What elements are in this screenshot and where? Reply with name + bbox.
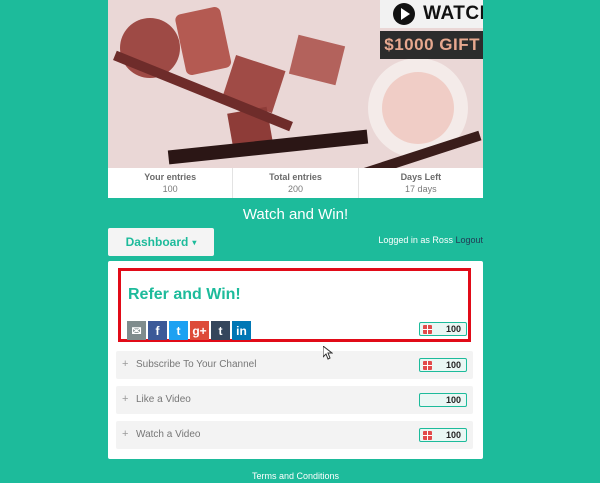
task-name: Watch a Video bbox=[136, 429, 201, 440]
banner-watch-win: WATCH & WIN! bbox=[380, 0, 483, 28]
email-icon[interactable]: ✉ bbox=[127, 321, 146, 340]
page-title: Watch and Win! bbox=[242, 206, 349, 223]
refer-title: Refer and Win! bbox=[128, 286, 241, 303]
caret-down-icon: ▾ bbox=[192, 237, 197, 247]
gift-icon bbox=[423, 361, 432, 370]
stat-days-left: Days Left 17 days bbox=[359, 168, 483, 198]
stat-value: 100 bbox=[162, 184, 178, 194]
tumblr-icon[interactable]: t bbox=[211, 321, 230, 340]
share-icons: ✉ f t g+ t in bbox=[127, 321, 251, 340]
points-value: 100 bbox=[445, 360, 461, 370]
banner-line1: WATCH & WIN! bbox=[423, 3, 483, 24]
stat-your-entries: Your entries 100 bbox=[108, 168, 234, 198]
googleplus-icon[interactable]: g+ bbox=[190, 321, 209, 340]
plus-icon: + bbox=[122, 393, 129, 405]
twitter-icon[interactable]: t bbox=[169, 321, 188, 340]
promo-banner: WATCH & WIN! $1000 GIFT VOUCHER bbox=[380, 0, 483, 62]
plus-icon: + bbox=[122, 358, 129, 370]
points-value: 100 bbox=[445, 430, 461, 440]
login-status: Logged in as Ross Logout bbox=[378, 235, 483, 245]
hero-image: WATCH & WIN! $1000 GIFT VOUCHER bbox=[108, 0, 483, 168]
terms-link[interactable]: Terms and Conditions bbox=[108, 471, 483, 481]
gift-icon bbox=[423, 325, 432, 334]
refer-and-win-box[interactable]: Refer and Win! ✉ f t g+ t in 100 bbox=[118, 268, 471, 342]
task-watch-video[interactable]: + Watch a Video 100 bbox=[116, 421, 473, 449]
logout-link[interactable]: Logout bbox=[455, 235, 483, 245]
stat-label: Total entries bbox=[269, 172, 322, 182]
stat-label: Your entries bbox=[144, 172, 197, 182]
task-name: Subscribe To Your Channel bbox=[136, 359, 257, 370]
points-badge: 100 bbox=[419, 322, 467, 336]
facebook-icon[interactable]: f bbox=[148, 321, 167, 340]
stat-value: 200 bbox=[287, 184, 303, 194]
stat-value: 17 days bbox=[405, 184, 437, 194]
points-badge: 100 bbox=[419, 393, 467, 407]
banner-voucher: $1000 GIFT VOUCHER bbox=[380, 31, 483, 59]
linkedin-icon[interactable]: in bbox=[232, 321, 251, 340]
task-like-video[interactable]: + Like a Video 100 bbox=[116, 386, 473, 414]
points-value: 100 bbox=[445, 395, 461, 405]
play-icon bbox=[393, 3, 416, 25]
points-badge: 100 bbox=[419, 428, 467, 442]
actions-panel: Refer and Win! ✉ f t g+ t in 100 + Subsc… bbox=[108, 261, 483, 459]
task-name: Like a Video bbox=[136, 394, 191, 405]
stat-label: Days Left bbox=[400, 172, 442, 182]
dashboard-button[interactable]: Dashboard ▾ bbox=[108, 228, 214, 256]
dashboard-label: Dashboard bbox=[125, 235, 189, 249]
gift-icon bbox=[423, 431, 432, 440]
points-value: 100 bbox=[445, 324, 461, 334]
task-subscribe[interactable]: + Subscribe To Your Channel 100 bbox=[116, 351, 473, 379]
login-text: Logged in as Ross bbox=[378, 235, 453, 245]
stats-bar: Your entries 100 Total entries 200 Days … bbox=[108, 168, 483, 198]
stat-total-entries: Total entries 200 bbox=[233, 168, 359, 198]
points-badge: 100 bbox=[419, 358, 467, 372]
plus-icon: + bbox=[122, 428, 129, 440]
